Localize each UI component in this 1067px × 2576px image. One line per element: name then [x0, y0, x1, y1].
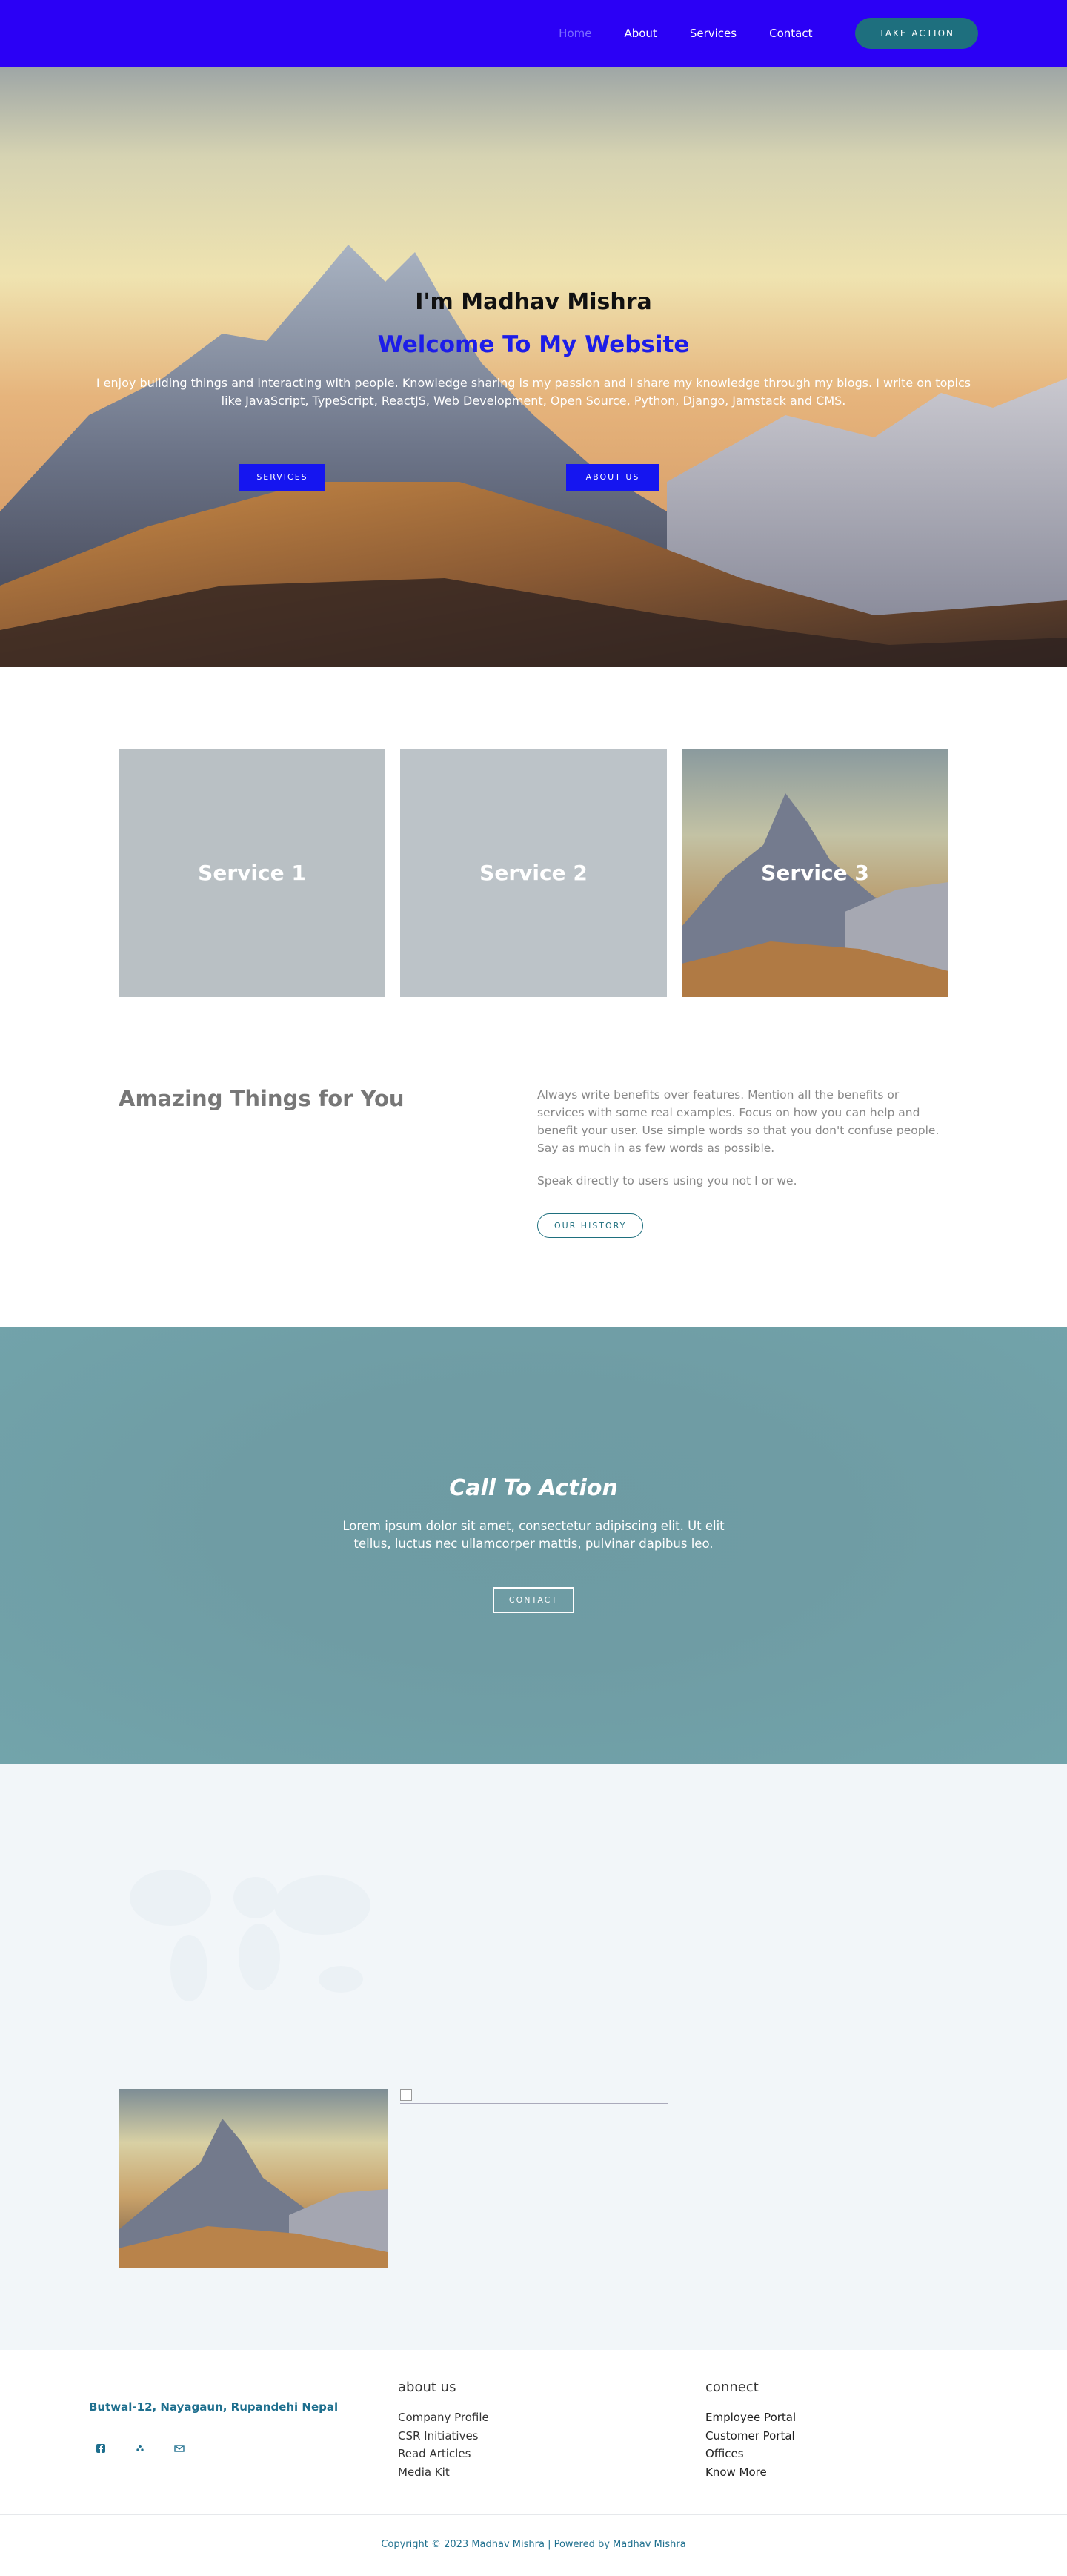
nav-about[interactable]: About [624, 27, 657, 40]
amazing-section: Amazing Things for You Always write bene… [0, 997, 1067, 1327]
site-header: Home About Services Contact TAKE ACTION [0, 0, 1067, 67]
service-card-label: Service 3 [761, 861, 869, 885]
footer-link-csr-initiatives[interactable]: CSR Initiatives [398, 2427, 489, 2446]
service-card-2[interactable]: Service 2 [400, 749, 667, 997]
hero-content: I'm Madhav Mishra Welcome To My Website … [0, 289, 1067, 410]
site-footer: Butwal-12, Nayagaun, Rupandehi Nepal abo… [0, 2350, 1067, 2517]
mail-icon[interactable] [173, 2443, 185, 2455]
service-card-1[interactable]: Service 1 [119, 749, 385, 997]
footer-about-column: about us Company Profile CSR Initiatives… [398, 2380, 489, 2481]
nav-home[interactable]: Home [559, 27, 591, 40]
facebook-icon[interactable] [95, 2443, 107, 2455]
footer-link-customer-portal[interactable]: Customer Portal [705, 2427, 796, 2446]
social-links [95, 2443, 185, 2455]
hero-section: I'm Madhav Mishra Welcome To My Website … [0, 67, 1067, 667]
footer-link-company-profile[interactable]: Company Profile [398, 2408, 489, 2427]
call-to-action-section: Call To Action Lorem ipsum dolor sit ame… [0, 1327, 1067, 1764]
mountain-photo [119, 2119, 388, 2268]
footer-link-media-kit[interactable]: Media Kit [398, 2463, 489, 2482]
copyright-text: Copyright © 2023 Madhav Mishra | Powered… [381, 2539, 686, 2550]
nav-services[interactable]: Services [690, 27, 737, 40]
footer-about-title: about us [398, 2380, 456, 2395]
our-history-button[interactable]: OUR HISTORY [536, 1213, 644, 1238]
hero-description: I enjoy building things and interacting … [96, 376, 971, 408]
cta-text: Lorem ipsum dolor sit amet, consectetur … [342, 1519, 725, 1551]
gallery-mountain-image [119, 2089, 388, 2268]
footer-link-know-more[interactable]: Know More [705, 2463, 796, 2482]
services-button[interactable]: SERVICES [239, 464, 325, 491]
amazing-paragraph-2: Speak directly to users using you not I … [536, 1174, 797, 1188]
contact-button[interactable]: CONTACT [492, 1587, 575, 1613]
services-section: Service 1 Service 2 Service 3 [0, 667, 1067, 997]
service-card-label: Service 2 [479, 861, 588, 885]
amazing-right-column: Always write benefits over features. Men… [536, 1086, 948, 1327]
world-map-image [130, 1870, 370, 2001]
amazing-paragraph-1: Always write benefits over features. Men… [536, 1088, 940, 1155]
broken-image-icon [400, 2089, 412, 2101]
amazing-left-column: Amazing Things for You [119, 1086, 537, 1327]
hero-welcome-heading: Welcome To My Website [377, 331, 690, 358]
yelp-icon[interactable] [134, 2443, 146, 2455]
service-card-label: Service 1 [198, 861, 306, 885]
footer-link-offices[interactable]: Offices [705, 2445, 796, 2463]
nav-contact[interactable]: Contact [769, 27, 812, 40]
hero-name: I'm Madhav Mishra [415, 289, 652, 315]
gallery-broken-image [400, 2089, 668, 2104]
gallery-section [0, 1764, 1067, 2350]
hero-buttons: SERVICES ABOUT US [0, 464, 1067, 491]
take-action-button[interactable]: TAKE ACTION [855, 18, 978, 49]
footer-divider [0, 2514, 1067, 2515]
footer-address: Butwal-12, Nayagaun, Rupandehi Nepal [89, 2400, 339, 2414]
footer-link-employee-portal[interactable]: Employee Portal [705, 2408, 796, 2427]
footer-link-read-articles[interactable]: Read Articles [398, 2445, 489, 2463]
footer-connect-column: connect Employee Portal Customer Portal … [705, 2380, 796, 2481]
footer-connect-title: connect [705, 2380, 759, 2395]
service-card-3[interactable]: Service 3 [682, 749, 948, 997]
about-us-button[interactable]: ABOUT US [566, 464, 659, 491]
cta-title: Call To Action [449, 1475, 618, 1501]
main-nav: Home About Services Contact TAKE ACTION [559, 18, 978, 49]
amazing-title: Amazing Things for You [119, 1086, 405, 1111]
